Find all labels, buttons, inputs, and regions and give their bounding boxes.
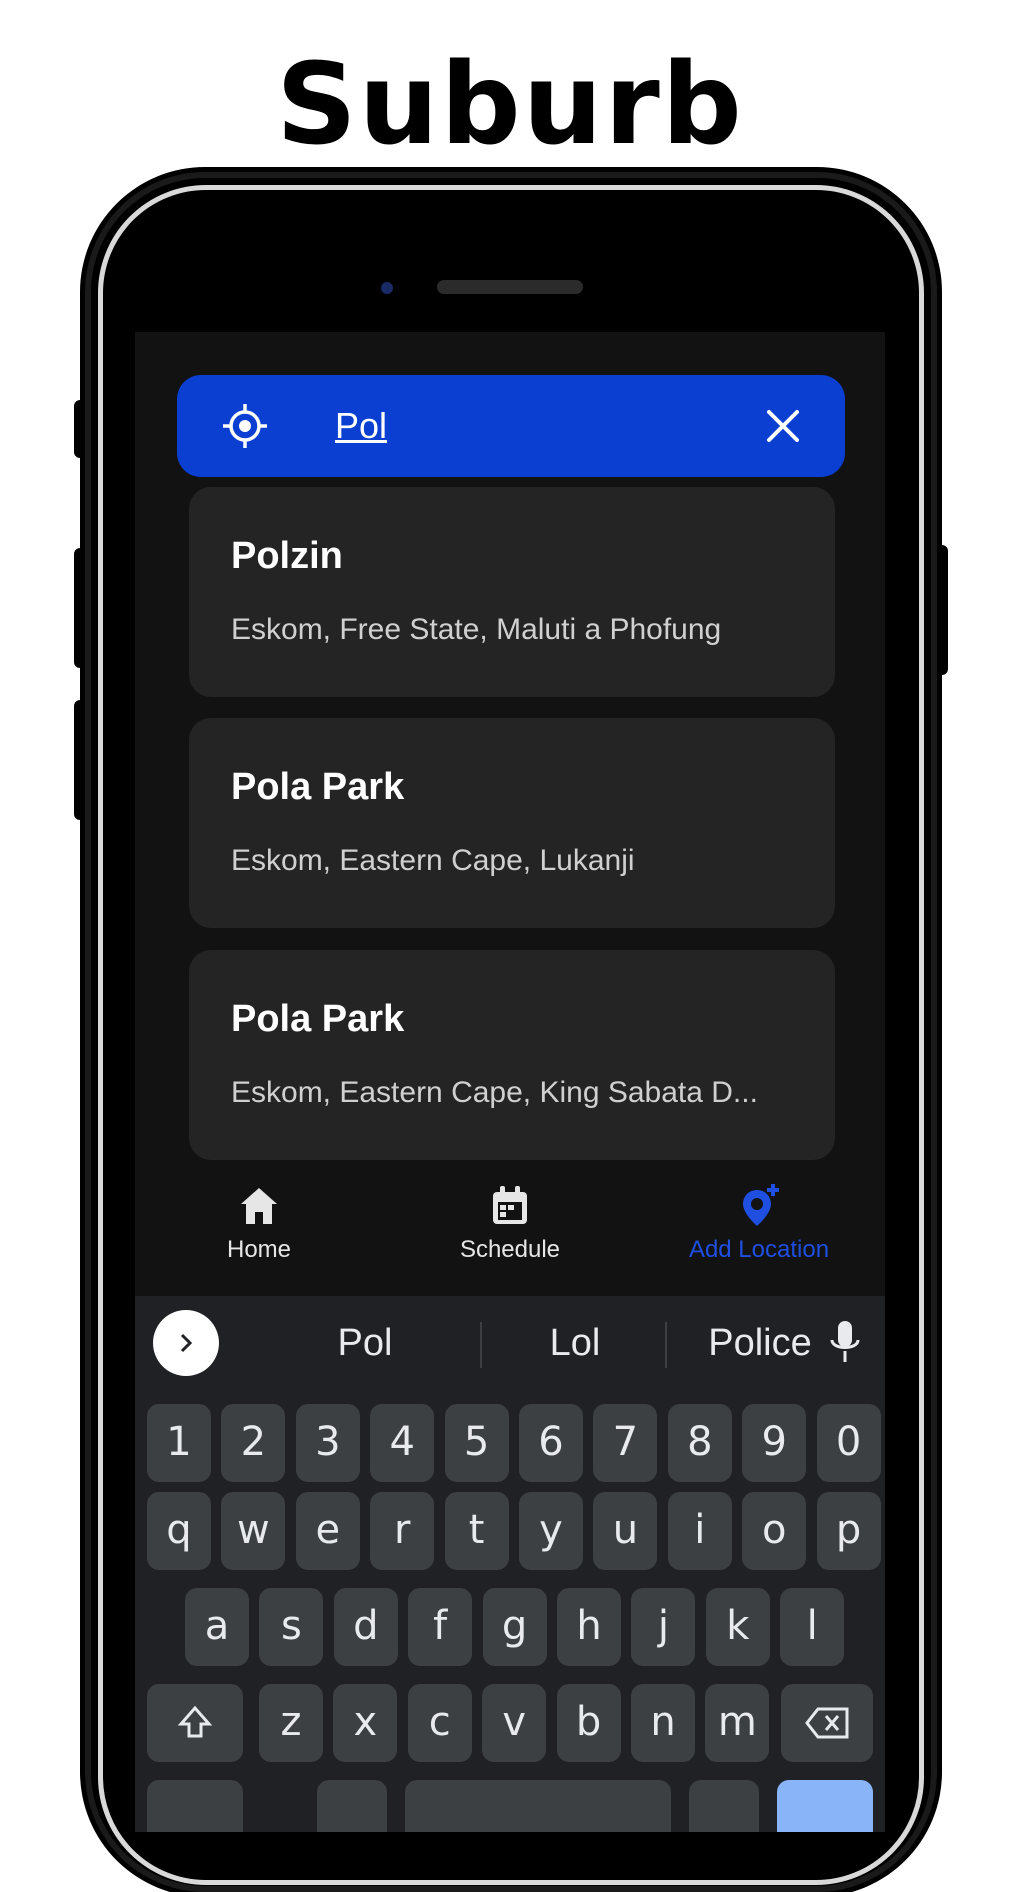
key-s[interactable]: s [259, 1588, 324, 1666]
key-8[interactable]: 8 [667, 1404, 732, 1482]
key-x[interactable]: x [333, 1684, 398, 1762]
key-t[interactable]: t [444, 1492, 509, 1570]
home-icon [241, 1188, 277, 1224]
enter-key[interactable] [777, 1780, 873, 1832]
result-subtitle: Eskom, Free State, Maluti a Phofung [231, 613, 722, 646]
result-card[interactable]: Pola Park Eskom, Eastern Cape, Lukanji [189, 718, 835, 928]
result-subtitle: Eskom, Eastern Cape, Lukanji [231, 844, 635, 877]
key-g[interactable]: g [482, 1588, 547, 1666]
letter-row-2: asdfghjkl [135, 1588, 885, 1668]
nav-home[interactable]: Home [159, 1182, 359, 1264]
result-card[interactable]: Polzin Eskom, Free State, Maluti a Phofu… [189, 487, 835, 697]
result-card[interactable]: Pola Park Eskom, Eastern Cape, King Saba… [189, 950, 835, 1160]
key-c[interactable]: c [407, 1684, 472, 1762]
shift-icon [177, 1705, 213, 1738]
key-0[interactable]: 0 [816, 1404, 881, 1482]
add-location-icon [743, 1184, 779, 1226]
chevron-right-icon [180, 1333, 193, 1353]
shift-key[interactable] [147, 1684, 243, 1762]
key-z[interactable]: z [259, 1684, 323, 1762]
key-1[interactable]: 1 [147, 1404, 211, 1482]
front-camera [381, 282, 393, 294]
key-q[interactable]: q [147, 1492, 211, 1570]
key-7[interactable]: 7 [593, 1404, 658, 1482]
key-h[interactable]: h [557, 1588, 621, 1666]
key-k[interactable]: k [705, 1588, 770, 1666]
key-r[interactable]: r [370, 1492, 435, 1570]
key-o[interactable]: o [742, 1492, 807, 1570]
key-y[interactable]: y [519, 1492, 583, 1570]
letter-row-1: qwertyuiop [135, 1492, 885, 1572]
key-v[interactable]: v [482, 1684, 547, 1762]
number-row: 1234567890 [135, 1404, 885, 1484]
headline: Suburb [276, 40, 744, 170]
keyboard-expand-button[interactable] [153, 1310, 219, 1376]
search-bar[interactable]: Pol [177, 375, 845, 477]
space-key[interactable] [405, 1780, 671, 1832]
suggestion-3[interactable]: Police [680, 1322, 840, 1365]
key-d[interactable]: d [333, 1588, 398, 1666]
key-p[interactable]: p [816, 1492, 881, 1570]
key-6[interactable]: 6 [519, 1404, 583, 1482]
suggestion-divider [665, 1322, 667, 1368]
key-e[interactable]: e [295, 1492, 360, 1570]
nav-home-label: Home [226, 1236, 292, 1263]
calendar-icon [493, 1186, 527, 1224]
key-b[interactable]: b [556, 1684, 621, 1762]
key-i[interactable]: i [667, 1492, 732, 1570]
key-j[interactable]: j [631, 1588, 696, 1666]
backspace-key[interactable] [781, 1684, 873, 1762]
key-9[interactable]: 9 [742, 1404, 807, 1482]
bottom-key-row [135, 1780, 885, 1832]
key-a[interactable]: a [185, 1588, 249, 1666]
nav-schedule[interactable]: Schedule [410, 1182, 610, 1264]
key-m[interactable]: m [705, 1684, 770, 1762]
bottom-nav: Home Schedule Add Location [135, 1168, 885, 1296]
suggestion-divider [480, 1322, 482, 1368]
period-key[interactable] [689, 1780, 759, 1832]
keyboard: Pol Lol Police 1234567890 qwertyuiop asd… [135, 1296, 885, 1832]
key-w[interactable]: w [221, 1492, 286, 1570]
suggestion-2[interactable]: Lol [495, 1322, 655, 1365]
key-5[interactable]: 5 [444, 1404, 509, 1482]
suggestion-bar: Pol Lol Police [135, 1296, 885, 1392]
letter-row-3: zxcvbnm [135, 1684, 885, 1764]
nav-schedule-label: Schedule [459, 1236, 561, 1263]
result-subtitle: Eskom, Eastern Cape, King Sabata D... [231, 1076, 758, 1109]
nav-add-location[interactable]: Add Location [659, 1182, 859, 1264]
close-icon[interactable] [763, 406, 803, 446]
my-location-icon[interactable] [221, 402, 269, 450]
key-f[interactable]: f [408, 1588, 473, 1666]
backspace-icon [805, 1707, 849, 1739]
suggestion-1[interactable]: Pol [285, 1322, 445, 1365]
key-2[interactable]: 2 [221, 1404, 286, 1482]
result-title: Pola Park [231, 766, 405, 808]
key-3[interactable]: 3 [295, 1404, 360, 1482]
result-title: Polzin [231, 535, 343, 577]
key-n[interactable]: n [631, 1684, 695, 1762]
symbols-key[interactable] [147, 1780, 243, 1832]
emoji-key[interactable] [317, 1780, 387, 1832]
nav-add-location-label: Add Location [688, 1236, 830, 1263]
earpiece-speaker [437, 280, 583, 294]
key-l[interactable]: l [780, 1588, 845, 1666]
search-input[interactable]: Pol [335, 405, 387, 447]
key-u[interactable]: u [593, 1492, 658, 1570]
result-title: Pola Park [231, 998, 405, 1040]
key-4[interactable]: 4 [370, 1404, 435, 1482]
app-screen: Pol Polzin Eskom, Free State, Maluti a P… [135, 332, 885, 1832]
mic-icon[interactable] [825, 1318, 865, 1368]
